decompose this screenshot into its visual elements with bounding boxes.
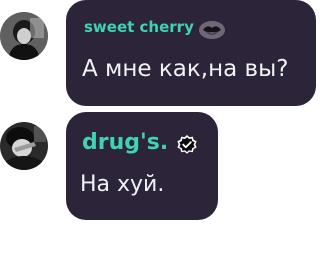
verified-check-icon [176,134,198,160]
author-name[interactable]: drug's. [82,132,168,154]
avatar-photo [0,122,48,170]
lips-icon [198,20,226,44]
message-bubble[interactable]: sweet cherry А мне как,на вы? [66,0,316,106]
message-text: А мне как,на вы? [82,56,289,82]
avatar-photo [0,12,48,60]
author-name[interactable]: sweet cherry [84,20,194,35]
message-bubble[interactable]: drug's. На хуй. [66,112,218,220]
avatar[interactable] [0,122,48,170]
message-text: На хуй. [80,172,165,197]
avatar[interactable] [0,12,48,60]
